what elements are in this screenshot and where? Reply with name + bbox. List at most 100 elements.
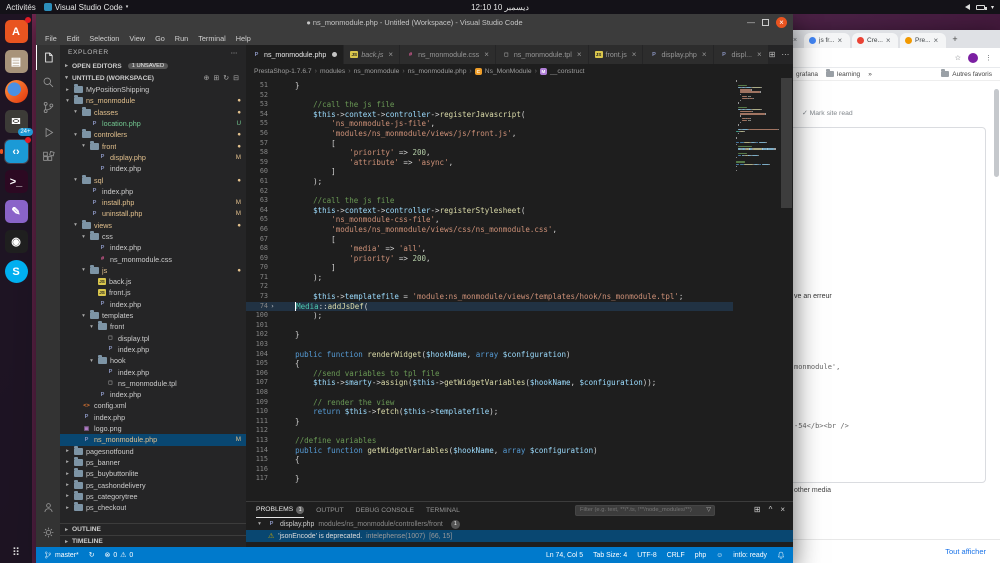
browser-tab[interactable]: Cre...× <box>852 33 898 48</box>
show-all-button[interactable]: Tout afficher <box>945 547 986 556</box>
collapse-all-icon[interactable]: ⊟ <box>233 74 239 82</box>
tree-item-ps_cashondelivery[interactable]: ▸ps_cashondelivery <box>60 479 246 490</box>
tree-item-config.xml[interactable]: <>config.xml <box>60 400 246 411</box>
menu-go[interactable]: Go <box>150 34 170 43</box>
problem-item[interactable]: ⚠ 'jsonEncode' is deprecated. intelephen… <box>246 530 793 542</box>
tree-item-install.php[interactable]: Pinstall.phpM <box>60 197 246 208</box>
problems-summary[interactable]: ⊗0 ⚠0 <box>105 551 134 559</box>
bookmarks-overflow-icon[interactable]: » <box>868 71 872 78</box>
more-actions-icon[interactable]: ⋯ <box>231 49 238 57</box>
code-line[interactable]: 54 $this->context->controller->registerJ… <box>246 110 733 120</box>
tree-item-MyPositionShipping[interactable]: ▸MyPositionShipping <box>60 84 246 95</box>
tree-item-ns_monmodule[interactable]: ▾ns_monmodule● <box>60 95 246 106</box>
breadcrumb-item[interactable]: __construct <box>550 68 585 75</box>
new-folder-icon[interactable]: ⊞ <box>213 74 219 82</box>
problems-filter-input[interactable] <box>575 505 715 516</box>
settings-gear-icon[interactable] <box>36 520 60 545</box>
code-line[interactable]: 100 ); <box>246 311 733 321</box>
show-applications-button[interactable]: ⠿ <box>0 546 32 559</box>
tree-item-ps_categorytree[interactable]: ▸ps_categorytree <box>60 491 246 502</box>
close-icon[interactable]: × <box>702 50 707 59</box>
code-line[interactable]: 101 <box>246 321 733 331</box>
code-line[interactable]: 110 return $this->fetch($this->templatef… <box>246 407 733 417</box>
extensions-icon[interactable] <box>36 145 60 170</box>
tree-item-index.php[interactable]: Pindex.php <box>60 344 246 355</box>
tree-item-front.js[interactable]: JSfront.js <box>60 287 246 298</box>
clock[interactable]: ديسمبر 10 12:10 <box>0 3 1000 12</box>
activities-button[interactable]: Activités <box>6 3 36 12</box>
close-icon[interactable]: × <box>484 50 489 59</box>
tree-item-index.php[interactable]: Pindex.php <box>60 163 246 174</box>
code-line[interactable]: 104 public function renderWidget($hookNa… <box>246 350 733 360</box>
system-menu-chevron-icon[interactable]: ▾ <box>991 4 994 11</box>
tree-item-index.php[interactable]: Pindex.php <box>60 389 246 400</box>
breadcrumb-item[interactable]: PrestaShop-1.7.6.7 <box>254 68 312 75</box>
dock-skype[interactable]: S <box>4 259 29 284</box>
menu-edit[interactable]: Edit <box>62 34 85 43</box>
title-bar[interactable]: ● ns_monmodule.php - Untitled (Workspace… <box>36 14 793 31</box>
code-line[interactable]: 57 [ <box>246 139 733 149</box>
menu-file[interactable]: File <box>40 34 62 43</box>
dock-text-editor[interactable]: ✎ <box>4 199 29 224</box>
tree-item-uninstall.php[interactable]: Puninstall.phpM <box>60 208 246 219</box>
tree-item-display.tpl[interactable]: ◻display.tpl <box>60 333 246 344</box>
account-icon[interactable] <box>36 495 60 520</box>
split-editor-icon[interactable]: ⊞ <box>769 50 776 59</box>
panel-close-icon[interactable]: × <box>780 505 785 514</box>
tree-item-css[interactable]: ▾css <box>60 231 246 242</box>
new-file-icon[interactable]: ⊕ <box>204 74 210 82</box>
intelephense-status[interactable]: intlo: ready <box>733 552 767 559</box>
code-line[interactable]: 109 // render the view <box>246 398 733 408</box>
panel-tab-output[interactable]: OUTPUT <box>316 502 344 518</box>
close-icon[interactable]: × <box>757 50 762 59</box>
tree-item-index.php[interactable]: Pindex.php <box>60 412 246 423</box>
tree-item-index.php[interactable]: Pindex.php <box>60 186 246 197</box>
battery-icon[interactable] <box>976 3 985 12</box>
tab-ns_monmodule.css[interactable]: #ns_monmodule.css× <box>400 45 496 64</box>
menu-terminal[interactable]: Terminal <box>193 34 231 43</box>
dock-vscode[interactable]: ‹› <box>4 139 29 164</box>
search-icon[interactable] <box>36 70 60 95</box>
more-actions-icon[interactable]: ⋯ <box>781 50 789 59</box>
code-line[interactable]: 111 } <box>246 417 733 427</box>
new-tab-button[interactable]: + <box>948 34 962 44</box>
code-line[interactable]: 71 ); <box>246 273 733 283</box>
close-icon[interactable]: × <box>388 50 393 59</box>
browser-tab[interactable]: js fr...× <box>804 33 850 48</box>
dock-ubuntu-software[interactable]: A <box>4 19 29 44</box>
problems-file-row[interactable]: ▾ P display.php modules/ns_monmodule/con… <box>246 518 793 530</box>
breadcrumb-item[interactable]: Ns_MonModule <box>485 68 532 75</box>
tree-item-index.php[interactable]: Pindex.php <box>60 366 246 377</box>
code-line[interactable]: 114 public function getWidgetVariables($… <box>246 446 733 456</box>
tab-display.php[interactable]: Pdisplay.php× <box>643 45 713 64</box>
tree-item-ps_banner[interactable]: ▸ps_banner <box>60 457 246 468</box>
code-line[interactable]: 106 //send variables to tpl file <box>246 369 733 379</box>
tree-item-views[interactable]: ▾views● <box>60 220 246 231</box>
code-line[interactable]: 55 'ns_monmodule-js-file', <box>246 119 733 129</box>
code-line[interactable]: 105 { <box>246 359 733 369</box>
menu-run[interactable]: Run <box>170 34 193 43</box>
tree-item-pagesnotfound[interactable]: ▸pagesnotfound <box>60 446 246 457</box>
code-line[interactable]: 62 <box>246 187 733 197</box>
code-line[interactable]: 59 'attribute' => 'async', <box>246 158 733 168</box>
mark-site-read[interactable]: ✓ Mark site read <box>802 109 853 117</box>
code-line[interactable]: 52 <box>246 91 733 101</box>
bookmark-learning[interactable]: learning <box>826 71 860 78</box>
tree-item-display.php[interactable]: Pdisplay.phpM <box>60 152 246 163</box>
maximize-button[interactable] <box>762 19 769 26</box>
tree-item-back.js[interactable]: JSback.js <box>60 276 246 287</box>
profile-avatar[interactable] <box>968 53 978 63</box>
breadcrumb-item[interactable]: modules <box>320 68 345 75</box>
code-line[interactable]: 51 } <box>246 81 733 91</box>
code-line[interactable]: 58 'priority' => 200, <box>246 148 733 158</box>
outline-section[interactable]: ▸ OUTLINE <box>60 523 246 535</box>
breadcrumb-item[interactable]: ns_monmodule <box>354 68 400 75</box>
code-line[interactable]: 108 <box>246 388 733 398</box>
code-line[interactable]: 112 <box>246 426 733 436</box>
feedback-smiley-icon[interactable]: ☺ <box>716 552 723 559</box>
indentation[interactable]: Tab Size: 4 <box>593 552 627 559</box>
tree-item-ps_checkout[interactable]: ▸ps_checkout <box>60 502 246 513</box>
tab-displ...[interactable]: Pdispl...× <box>714 45 769 64</box>
tree-item-index.php[interactable]: Pindex.php <box>60 299 246 310</box>
eol-selector[interactable]: CRLF <box>667 552 685 559</box>
